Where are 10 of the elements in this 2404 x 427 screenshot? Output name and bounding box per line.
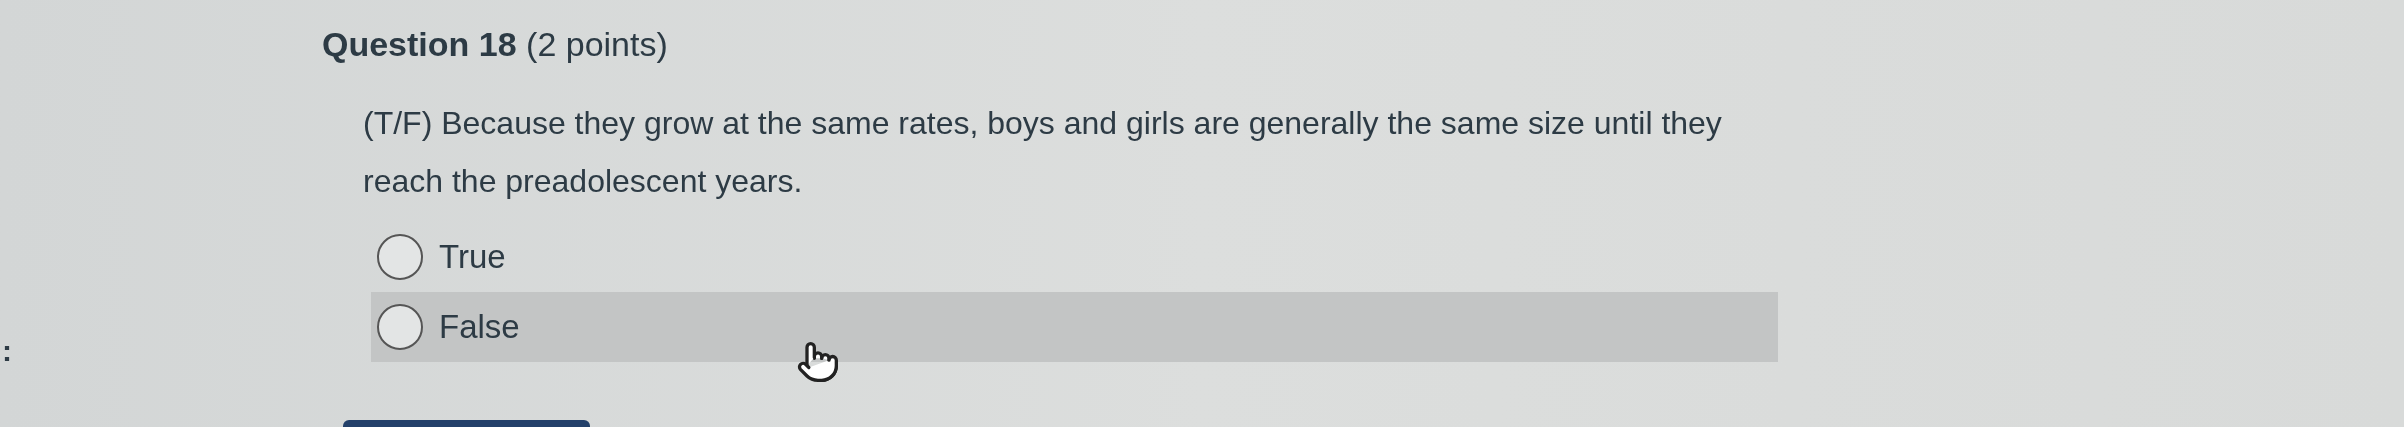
option-label: True [439, 237, 506, 278]
question-prompt: (T/F) Because they grow at the same rates, boys and girls are generally the same size until they reach the preadolescent years. [363, 104, 1723, 201]
option-label: False [439, 307, 520, 348]
answer-option[interactable]: True [371, 222, 1778, 292]
pointer-cursor-icon [796, 340, 840, 384]
radio-button[interactable] [377, 234, 423, 280]
question-title: Question 18 (2 points) [322, 24, 668, 65]
edge-text: : [2, 336, 12, 366]
radio-button[interactable] [377, 304, 423, 350]
answer-option[interactable]: False [371, 292, 1778, 362]
